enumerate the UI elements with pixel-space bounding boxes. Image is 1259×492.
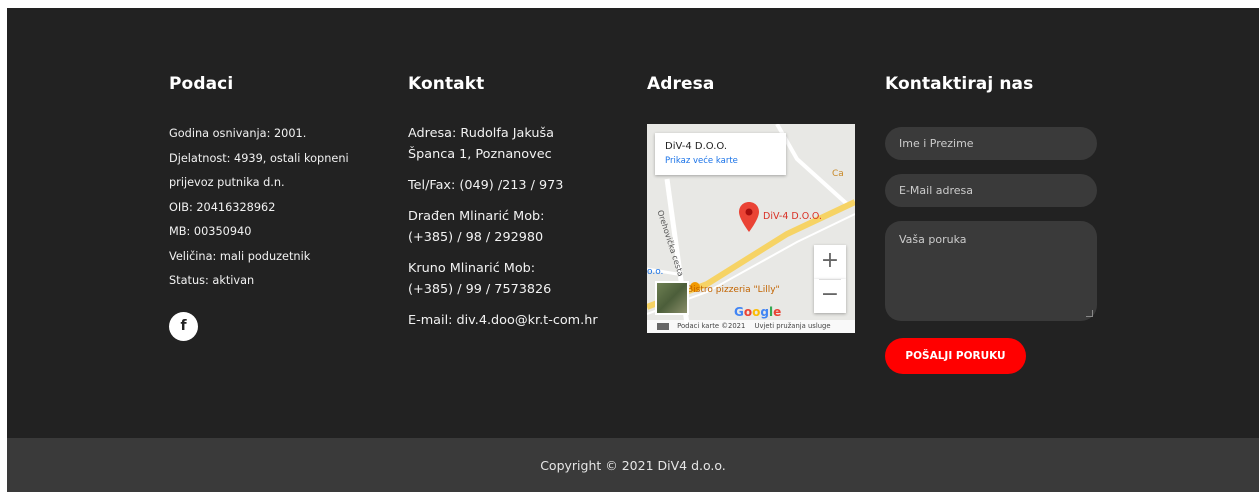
map-zoom-separator bbox=[819, 279, 841, 280]
podaci-line: Veličina: mali poduzetnik bbox=[169, 249, 311, 263]
copyright-bar: Copyright © 2021 DiV4 d.o.o. bbox=[7, 438, 1259, 492]
map-terms-link[interactable]: Uvjeti pružanja usluge bbox=[755, 322, 831, 330]
keyboard-icon[interactable] bbox=[657, 322, 669, 330]
map-zoom-in-button[interactable]: + bbox=[814, 245, 846, 279]
adresa-column: Adresa DiV-4 D.O.O. Prikaz veće karte Ca… bbox=[647, 74, 857, 333]
address-block: Adresa: Rudolfa Jakuša Španca 1, Poznano… bbox=[408, 123, 638, 165]
map-edge-label-left: o.o. bbox=[647, 267, 664, 277]
contact-form-column: Kontaktiraj nas Ime i Prezime E-Mail adr… bbox=[885, 74, 1100, 374]
adresa-heading: Adresa bbox=[647, 74, 715, 94]
site-footer: Podaci Godina osnivanja: 2001. Djelatnos… bbox=[7, 8, 1259, 438]
podaci-column: Podaci Godina osnivanja: 2001. Djelatnos… bbox=[169, 74, 379, 341]
kontakt-column: Kontakt Adresa: Rudolfa Jakuša Španca 1,… bbox=[408, 74, 638, 341]
contact-person-2: Kruno Mlinarić Mob: (+385) / 99 / 757382… bbox=[408, 258, 638, 300]
email-text: E-mail: div.4.doo@kr.t-com.hr bbox=[408, 313, 598, 328]
contact-form-heading: Kontaktiraj nas bbox=[885, 74, 1034, 94]
send-message-button[interactable]: POŠALJI PORUKU bbox=[885, 338, 1026, 374]
podaci-heading: Podaci bbox=[169, 74, 234, 94]
podaci-line: prijevoz putnika d.n. bbox=[169, 176, 285, 189]
contact-phone: (+385) / 99 / 7573826 bbox=[408, 282, 552, 297]
podaci-line: OIB: 20416328962 bbox=[169, 200, 276, 214]
contact-name: Kruno Mlinarić Mob: bbox=[408, 261, 536, 276]
google-logo: Google bbox=[734, 305, 782, 319]
podaci-line: Djelatnost: 4939, ostali kopneni bbox=[169, 151, 349, 165]
map-place-name: DiV-4 D.O.O. bbox=[665, 141, 728, 152]
map-satellite-toggle[interactable] bbox=[655, 281, 689, 315]
podaci-line: Status: aktivan bbox=[169, 274, 255, 287]
podaci-line: MB: 00350940 bbox=[169, 225, 252, 238]
name-input[interactable]: Ime i Prezime bbox=[885, 127, 1097, 160]
kontakt-info: Adresa: Rudolfa Jakuša Španca 1, Poznano… bbox=[408, 123, 638, 331]
map-zoom-out-button[interactable]: − bbox=[814, 279, 846, 313]
email-input[interactable]: E-Mail adresa bbox=[885, 174, 1097, 207]
map-pin-label: DiV-4 D.O.O. bbox=[763, 211, 822, 222]
map-place-card: DiV-4 D.O.O. Prikaz veće karte bbox=[655, 133, 786, 175]
kontakt-heading: Kontakt bbox=[408, 74, 485, 94]
telfax-text: Tel/Fax: (049) /213 / 973 bbox=[408, 178, 564, 193]
map-data-credit[interactable]: Podaci karte ©2021 bbox=[677, 322, 745, 330]
podaci-line: Godina osnivanja: 2001. bbox=[169, 127, 307, 140]
resize-handle-icon[interactable] bbox=[1086, 310, 1093, 317]
map-larger-link[interactable]: Prikaz veće karte bbox=[665, 156, 738, 166]
telfax-block: Tel/Fax: (049) /213 / 973 bbox=[408, 175, 638, 196]
map-edge-label: Ca bbox=[832, 169, 844, 179]
google-map[interactable]: DiV-4 D.O.O. Prikaz veće karte Ca o.o. D… bbox=[647, 124, 855, 333]
address-line: Adresa: Rudolfa Jakuša bbox=[408, 126, 554, 141]
email-block: E-mail: div.4.doo@kr.t-com.hr bbox=[408, 310, 638, 331]
podaci-list: Godina osnivanja: 2001. Djelatnost: 4939… bbox=[169, 122, 379, 294]
map-pin-icon bbox=[739, 202, 759, 232]
address-line: Španca 1, Poznanovec bbox=[408, 147, 552, 162]
copyright-text: Copyright © 2021 DiV4 d.o.o. bbox=[540, 458, 726, 473]
contact-person-1: Drađen Mlinarić Mob: (+385) / 98 / 29298… bbox=[408, 206, 638, 248]
facebook-icon[interactable]: f bbox=[169, 311, 198, 341]
message-placeholder: Vaša poruka bbox=[899, 233, 967, 246]
contact-name: Drađen Mlinarić Mob: bbox=[408, 209, 545, 224]
map-poi-label: Bistro pizzeria "Lilly" bbox=[687, 285, 780, 295]
map-footer: Podaci karte ©2021 Uvjeti pružanja uslug… bbox=[647, 320, 855, 333]
message-textarea[interactable]: Vaša poruka bbox=[885, 221, 1097, 321]
contact-phone: (+385) / 98 / 292980 bbox=[408, 230, 544, 245]
page-top-strip bbox=[0, 0, 1259, 8]
